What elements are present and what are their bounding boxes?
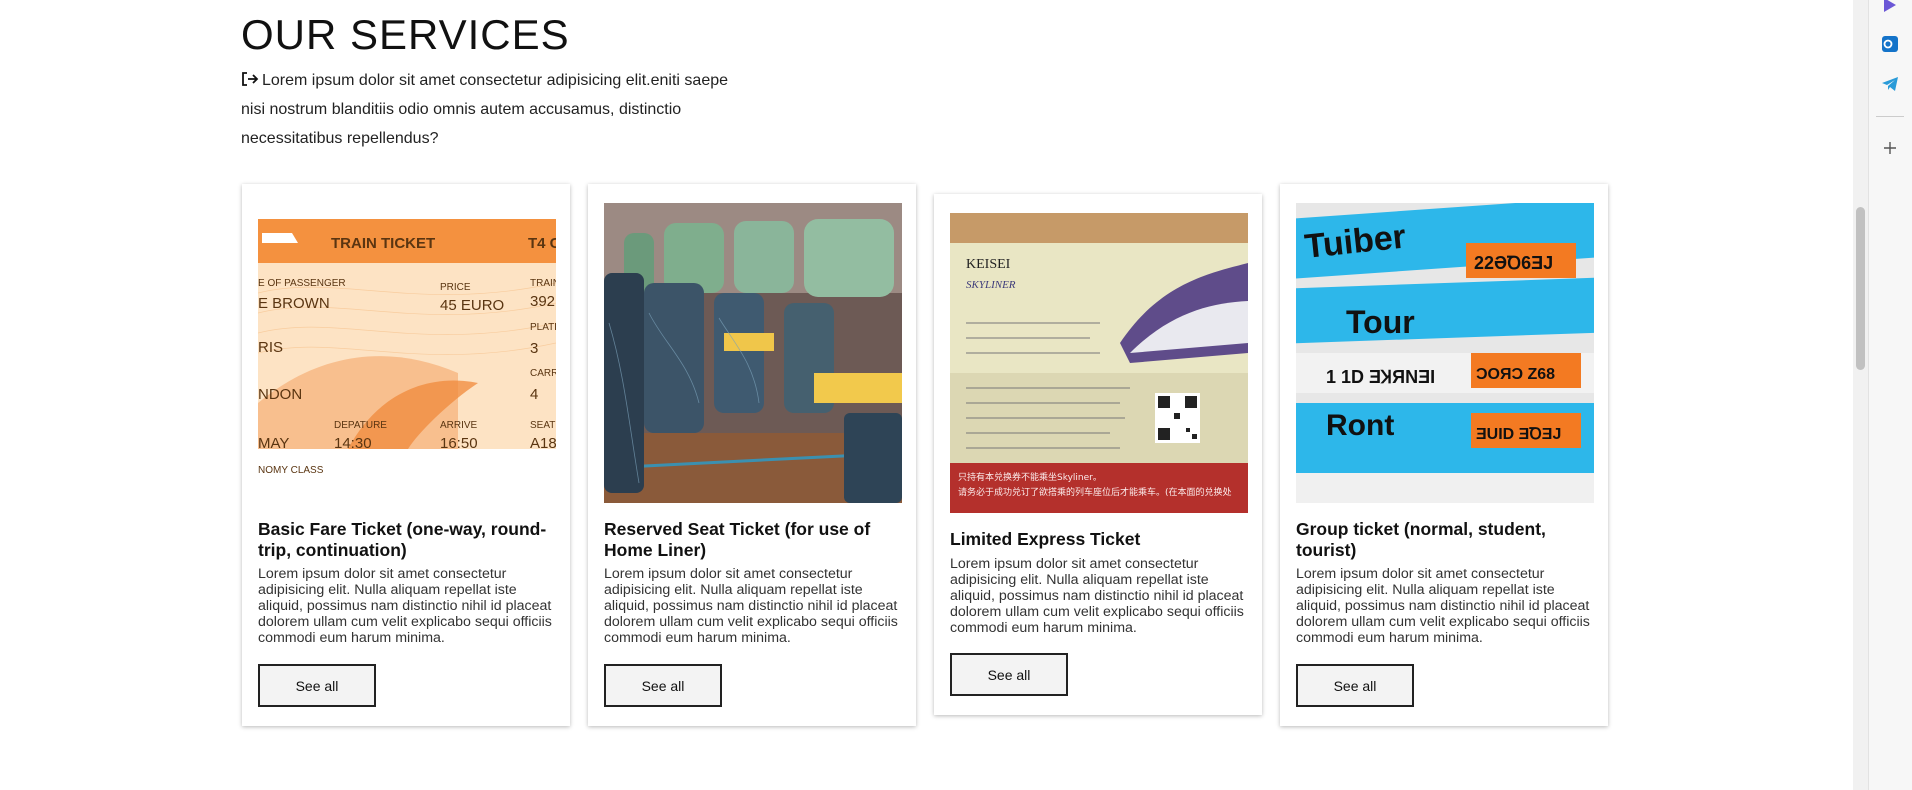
train-label: TRAIN [530,278,556,289]
section-intro-text: Lorem ipsum dolor sit amet consectetur a… [241,72,729,147]
scrollbar-thumb[interactable] [1856,207,1865,370]
car-label: CARR [530,368,556,379]
sign-in-icon [242,72,259,86]
arrive-value: 16:50 [440,435,478,452]
from-value: RIS [258,339,283,356]
outlook-icon[interactable] [1880,34,1900,54]
to-value: NDON [258,386,302,403]
passenger-name: E BROWN [258,295,330,312]
vertical-scrollbar[interactable] [1853,0,1868,790]
train-ticket-image: TRAIN TICKET T4 C E OF PASSENGER E BROWN… [258,203,556,503]
arrive-label: ARRIVE [440,420,478,431]
skyliner-logo: SKYLINER [966,279,1016,291]
seat-value: A18 [530,435,556,452]
footer-line-2: 请务必于成功兑订了欲搭乘的列车座位后才能乘车。(在本面的兑换处 [958,486,1232,498]
see-all-button[interactable]: See all [258,664,376,707]
see-all-button[interactable]: See all [1296,664,1414,707]
month-value: MAY [258,435,289,452]
card-title: Limited Express Ticket [950,529,1141,549]
card-title: Basic Fare Ticket (one-way, round-trip, … [258,519,547,560]
ticket-tag-1: 22ƏꝹ6ƎJ [1474,253,1553,273]
departure-value: 14:30 [334,435,372,452]
browser-side-rail [1868,0,1912,790]
class-value: NOMY CLASS [258,465,324,476]
see-all-button[interactable]: See all [950,653,1068,696]
platform-label: PLATF [530,322,556,333]
passenger-label: E OF PASSENGER [258,278,346,289]
departure-label: DEPATURE [334,420,387,431]
service-card-group-ticket: Tuiber Tour Ront 22ƏꝹ6ƎJ ƆOЯƆ Z68 ƎUID Ǝ… [1280,184,1608,726]
card-description: Lorem ipsum dolor sit amet consectetur a… [258,566,552,646]
see-all-button[interactable]: See all [604,664,722,707]
card-description: Lorem ipsum dolor sit amet consectetur a… [1296,566,1590,646]
card-title: Reserved Seat Ticket (for use of Home Li… [604,519,871,560]
ticket-small: 1 1D ƎꞰЯNƎI [1326,367,1435,387]
copilot-icon[interactable] [1880,0,1900,16]
page: OUR SERVICES Lorem ipsum dolor sit amet … [0,0,1853,790]
card-description: Lorem ipsum dolor sit amet consectetur a… [604,566,898,646]
train-interior-image [604,203,902,503]
ticket-code: T4 C [528,235,556,252]
card-description: Lorem ipsum dolor sit amet consectetur a… [950,556,1244,636]
ticket-tag-3: ƎUID ƎꝹƎJ [1476,426,1561,443]
plus-icon[interactable] [1880,138,1900,158]
service-card-limited-express: KEISEI SKYLINER 只持有本兑换券不能乘坐Skyliner。 请务必… [934,194,1262,715]
section-intro: Lorem ipsum dolor sit amet consectetur a… [241,66,741,153]
telegram-icon[interactable] [1880,74,1900,94]
seat-label: SEAT [530,420,555,431]
ticket-tag-2: ƆOЯƆ Z68 [1476,366,1555,383]
keisei-brand: KEISEI [966,257,1011,272]
car-value: 4 [530,386,538,403]
group-ticket-image: Tuiber Tour Ront 22ƏꝹ6ƎJ ƆOЯƆ Z68 ƎUID Ǝ… [1296,203,1594,503]
service-card-reserved-seat: Reserved Seat Ticket (for use of Home Li… [588,184,916,726]
price-label: PRICE [440,282,471,293]
service-card-basic-fare: TRAIN TICKET T4 C E OF PASSENGER E BROWN… [242,184,570,726]
ticket-word-2: Tour [1346,304,1415,340]
platform-value: 3 [530,340,538,357]
ticket-header: TRAIN TICKET [331,235,435,252]
section-title: OUR SERVICES [241,11,570,58]
footer-line-1: 只持有本兑换券不能乘坐Skyliner。 [958,471,1102,483]
train-value: 392 [530,293,555,310]
express-ticket-image: KEISEI SKYLINER 只持有本兑换券不能乘坐Skyliner。 请务必… [950,213,1248,513]
card-title: Group ticket (normal, student, tourist) [1296,519,1546,560]
price-value: 45 EURO [440,297,504,314]
rail-divider [1876,116,1904,117]
ticket-word-3: Ront [1326,409,1394,442]
